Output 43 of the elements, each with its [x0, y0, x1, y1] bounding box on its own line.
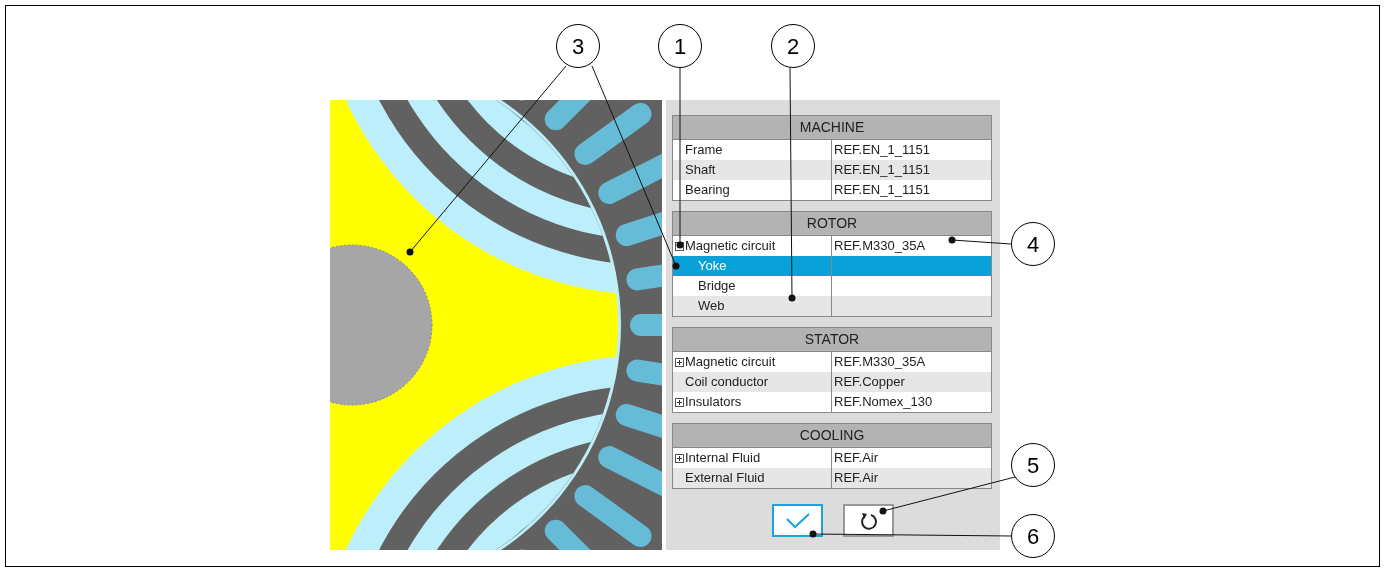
property-name: External Fluid: [685, 469, 765, 488]
table-row[interactable]: External Fluid REF.Air: [673, 468, 991, 488]
property-name: Frame: [685, 141, 723, 160]
apply-button[interactable]: [772, 504, 823, 537]
property-value: REF.M330_35A: [834, 353, 926, 372]
callout-number: 1: [658, 24, 702, 68]
table-row[interactable]: Shaft REF.EN_1_1151: [673, 160, 991, 180]
property-value: REF.EN_1_1151: [834, 141, 930, 160]
property-name: Coil conductor: [685, 373, 769, 392]
expand-icon[interactable]: [675, 357, 684, 367]
callout-number: 5: [1011, 443, 1055, 487]
expand-icon[interactable]: [675, 453, 684, 463]
property-value: REF.M330_35A: [834, 237, 926, 256]
property-value: REF.Air: [834, 469, 879, 488]
property-value: REF.Nomex_130: [834, 393, 933, 412]
property-name: Magnetic circuit: [685, 237, 776, 256]
section-header: MACHINE: [673, 116, 991, 140]
property-name: Yoke: [698, 257, 727, 276]
callout-number: 3: [556, 24, 600, 68]
section-header: STATOR: [673, 328, 991, 352]
leader-line: [948, 236, 1012, 245]
property-name: Insulators: [685, 393, 742, 412]
reset-button[interactable]: [843, 504, 894, 537]
property-name: Bearing: [685, 181, 730, 200]
callout-number: 6: [1011, 514, 1055, 558]
property-value: REF.EN_1_1151: [834, 161, 930, 180]
section-header: COOLING: [673, 424, 991, 448]
expand-icon[interactable]: [675, 397, 684, 407]
property-name: Web: [698, 297, 725, 316]
section-header: ROTOR: [673, 212, 991, 236]
checkmark-icon: [785, 512, 810, 529]
property-value: REF.Air: [834, 449, 879, 468]
table-row[interactable]: Coil conductor REF.Copper: [673, 372, 991, 392]
property-value: REF.Copper: [834, 373, 905, 392]
property-value: REF.EN_1_1151: [834, 181, 930, 200]
table-row[interactable]: Web: [673, 296, 991, 316]
property-name: Internal Fluid: [685, 449, 761, 468]
property-name: Bridge: [698, 277, 736, 296]
undo-icon: [858, 510, 879, 531]
callout-number: 2: [771, 24, 815, 68]
property-name: Magnetic circuit: [685, 353, 776, 372]
property-name: Shaft: [685, 161, 716, 180]
callout-number: 4: [1011, 222, 1055, 266]
